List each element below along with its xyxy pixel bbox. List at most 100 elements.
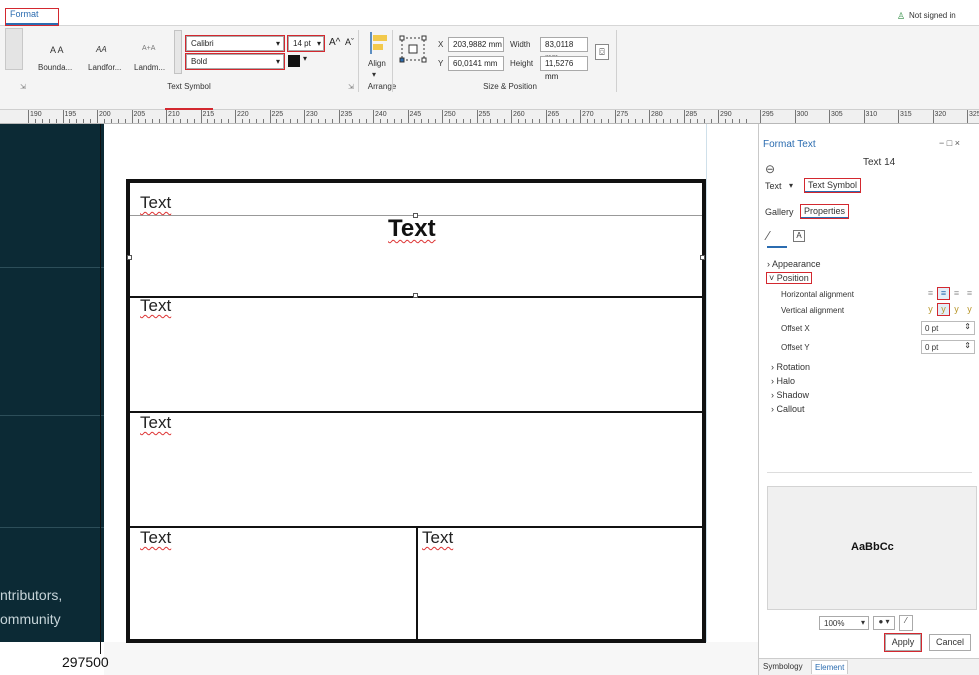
valign-center-icon[interactable]: y — [937, 303, 950, 316]
dialog-launcher-icon[interactable]: ⇲ — [20, 83, 26, 91]
separator — [616, 30, 617, 92]
chevron-down-icon: ▾ — [275, 39, 280, 48]
chevron-down-icon[interactable]: ▾ — [372, 70, 376, 79]
width-label: Width — [510, 40, 531, 49]
width-field[interactable]: 83,0118 mm — [540, 37, 588, 62]
section-callout[interactable]: › Callout — [771, 404, 805, 414]
section-position[interactable]: ˅ Position — [766, 272, 812, 284]
symbol-tab-icon[interactable]: ⁄ — [767, 228, 787, 248]
section-halo[interactable]: › Halo — [771, 376, 795, 386]
ruler-tick — [898, 110, 899, 123]
font-name-select[interactable]: Calibri ▾ — [185, 35, 285, 52]
style-preview-1[interactable]: A A — [50, 45, 64, 55]
lock-aspect-icon[interactable]: ⌼ — [595, 44, 609, 60]
tab-text[interactable]: Text — [765, 181, 782, 191]
grow-font-button[interactable]: A^ — [329, 37, 340, 48]
ruler-tick — [304, 110, 305, 123]
style-preview-2[interactable]: AA — [96, 45, 107, 54]
splitter[interactable] — [767, 472, 972, 473]
spinner-icon[interactable]: ⇕ — [964, 341, 971, 350]
back-icon[interactable]: ⊖ — [765, 162, 775, 176]
align-left-icon[interactable]: ≡ — [925, 288, 936, 299]
style-preview-3[interactable]: A+A — [142, 45, 155, 52]
ruler-label: 260 — [513, 111, 525, 118]
map-text-community: ommunity — [0, 611, 61, 627]
style-name-2[interactable]: Landfor... — [88, 63, 121, 72]
cancel-button[interactable]: Cancel — [929, 634, 971, 651]
ruler-label: 230 — [306, 111, 318, 118]
ruler-tick — [476, 110, 478, 123]
section-shadow[interactable]: › Shadow — [771, 390, 809, 400]
style-name-3[interactable]: Landm... — [134, 63, 165, 72]
tab-text-symbol[interactable]: Text Symbol — [803, 178, 862, 193]
valign-baseline-icon[interactable]: y — [951, 304, 962, 315]
align-right-icon[interactable]: ≡ — [951, 288, 962, 299]
valign-bottom-icon[interactable]: y — [964, 304, 975, 315]
ruler-tick — [794, 110, 796, 123]
text-element[interactable]: Text — [140, 528, 171, 548]
layout-table-frame[interactable]: Text Text Text Text Text Text — [126, 179, 706, 643]
chevron-down-icon[interactable]: ▾ — [789, 181, 793, 190]
text-element-selected[interactable]: Text — [388, 215, 436, 243]
ruler-tick — [97, 110, 98, 123]
ruler-tick — [545, 110, 547, 123]
y-field[interactable]: 60,0141 mm — [448, 56, 504, 71]
text-element[interactable]: Text — [422, 528, 453, 548]
tab-element[interactable]: Element — [811, 660, 849, 674]
offset-y-field[interactable]: 0 pt ⇕ — [921, 340, 975, 354]
spinner-icon[interactable]: ⇕ — [964, 322, 971, 331]
font-style-select[interactable]: Bold ▾ — [185, 53, 285, 70]
ruler-tick — [166, 110, 167, 123]
ruler-tick — [235, 110, 236, 123]
tab-format[interactable]: Format — [5, 8, 59, 26]
ruler-label: 325 — [969, 111, 979, 118]
ruler-label: 310 — [865, 111, 878, 118]
section-appearance[interactable]: › Appearance — [767, 259, 821, 269]
height-field[interactable]: 11,5276 mm — [540, 56, 588, 81]
selection-handle[interactable] — [700, 255, 705, 260]
align-button[interactable]: Align — [368, 59, 386, 68]
ruler-label: 305 — [831, 111, 843, 118]
ruler-label: 225 — [271, 111, 284, 118]
ruler-label: 220 — [237, 111, 249, 118]
text-element[interactable]: Text — [140, 296, 171, 316]
ruler-tick — [580, 110, 581, 123]
selection-handle[interactable] — [413, 293, 418, 298]
style-scroll[interactable] — [5, 28, 23, 70]
font-size-select[interactable]: 14 pt ▾ — [287, 35, 325, 52]
font-color-swatch[interactable] — [288, 55, 300, 67]
apply-button[interactable]: Apply — [884, 633, 922, 652]
align-center-icon[interactable]: ≡ — [937, 287, 950, 300]
zoom-select[interactable]: 100% ▾ — [819, 616, 869, 630]
tab-symbology[interactable]: Symbology — [763, 662, 803, 671]
chevron-down-icon[interactable]: ▾ — [303, 54, 307, 63]
signin-status[interactable]: Not signed in — [909, 11, 979, 20]
selection-handle[interactable] — [127, 255, 132, 260]
text-element[interactable]: Text — [140, 193, 171, 213]
background-select[interactable]: ● ▾ — [873, 616, 895, 630]
align-icon[interactable] — [368, 30, 390, 56]
ruler-tick — [683, 110, 685, 123]
ruler-tick — [649, 110, 650, 123]
ruler-label: 275 — [616, 111, 629, 118]
group-label-size-position: Size & Position — [483, 82, 537, 91]
map-gridline — [0, 415, 104, 416]
panel-window-controls[interactable]: − □ × — [939, 138, 960, 148]
dialog-launcher-icon[interactable]: ⇲ — [348, 83, 354, 91]
tab-properties[interactable]: Properties — [799, 204, 850, 219]
toggle-icon[interactable]: ⁄ — [899, 615, 913, 631]
ruler-tick — [407, 110, 409, 123]
map-frame[interactable]: ntributors, ommunity — [0, 124, 104, 642]
gallery-scroll[interactable] — [174, 30, 182, 74]
shrink-font-button[interactable]: Aˇ — [345, 37, 354, 47]
offset-x-field[interactable]: 0 pt ⇕ — [921, 321, 975, 335]
tab-gallery[interactable]: Gallery — [765, 207, 794, 217]
x-field[interactable]: 203,9882 mm — [448, 37, 504, 52]
section-rotation[interactable]: › Rotation — [771, 362, 810, 372]
text-element[interactable]: Text — [140, 413, 171, 433]
style-name-1[interactable]: Bounda... — [38, 63, 72, 72]
align-justify-icon[interactable]: ≡ — [964, 288, 975, 299]
valign-top-icon[interactable]: y — [925, 304, 936, 315]
group-label-arrange: Arrange — [367, 82, 397, 91]
text-tab-icon[interactable]: A — [793, 230, 805, 242]
